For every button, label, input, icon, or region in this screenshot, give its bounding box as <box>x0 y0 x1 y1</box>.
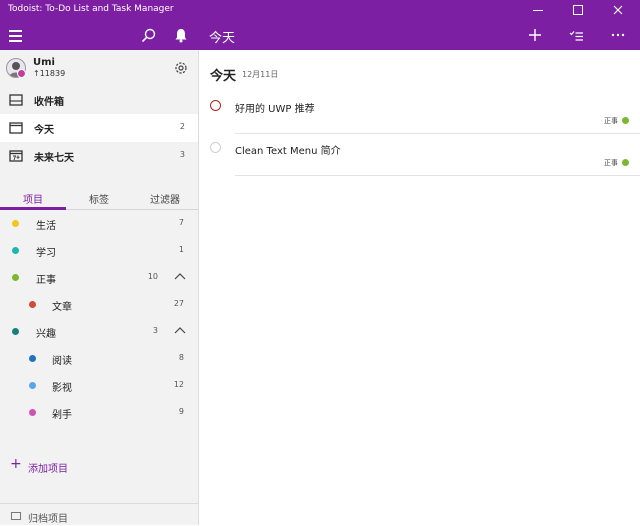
window-title: Todoist: To-Do List and Task Manager <box>8 4 174 14</box>
project-color-dot <box>12 274 19 281</box>
project-item[interactable]: 影视 12 <box>0 372 198 399</box>
next-7-days-icon <box>9 150 23 162</box>
sidebar-tabs: 项目 标签 过滤器 <box>0 185 198 210</box>
maximize-icon <box>573 5 583 15</box>
project-color-dot <box>12 247 19 254</box>
task-project-dot <box>622 117 629 124</box>
title-bar: Todoist: To-Do List and Task Manager <box>0 0 640 20</box>
task-complete-checkbox[interactable] <box>210 142 221 153</box>
task-text: Clean Text Menu 简介 <box>235 146 341 157</box>
project-item[interactable]: 学习 1 <box>0 237 198 264</box>
project-color-dot <box>12 328 19 335</box>
project-item[interactable]: 兴趣 3 <box>0 318 198 345</box>
add-project-label: 添加项目 <box>28 464 68 475</box>
project-color-dot <box>29 409 36 416</box>
nav-count: 3 <box>179 150 185 159</box>
more-icon <box>611 33 625 37</box>
task-list-panel: 今天 12月11日 好用的 UWP 推荐 正事 Clean Text Menu … <box>199 50 640 525</box>
today-icon <box>9 122 23 134</box>
project-item[interactable]: 剁手 9 <box>0 399 198 426</box>
project-label: 学习 <box>36 248 56 259</box>
task-project-label: 正事 <box>604 159 618 167</box>
nav-count: 2 <box>179 122 185 131</box>
task-item[interactable]: 好用的 UWP 推荐 正事 <box>199 92 640 134</box>
bell-icon <box>175 28 187 42</box>
project-count: 8 <box>178 353 184 362</box>
project-label: 剁手 <box>52 410 72 421</box>
collapse-chevron-up-icon[interactable] <box>174 325 186 335</box>
add-task-button[interactable] <box>525 25 545 45</box>
project-item[interactable]: 文章 27 <box>0 291 198 318</box>
sort-list-icon <box>569 30 583 41</box>
project-label: 正事 <box>36 275 56 286</box>
project-count: 27 <box>173 299 184 308</box>
nav-label: 收件箱 <box>34 97 64 108</box>
project-item[interactable]: 生活 7 <box>0 210 198 237</box>
project-count: 9 <box>178 407 184 416</box>
project-color-dot <box>29 301 36 308</box>
project-color-dot <box>29 355 36 362</box>
project-count: 12 <box>173 380 184 389</box>
minimize-button[interactable] <box>518 0 558 20</box>
project-item[interactable]: 正事 10 <box>0 264 198 291</box>
task-item[interactable]: Clean Text Menu 简介 正事 <box>199 134 640 176</box>
sidebar: Umi ↑11839 收件箱 今天 2 未来七天 3 项目 标签 过滤器 生活 … <box>0 50 199 525</box>
nav-label: 未来七天 <box>34 153 74 164</box>
maximize-button[interactable] <box>558 0 598 20</box>
project-label: 阅读 <box>52 356 72 367</box>
nav-next-7-days[interactable]: 未来七天 3 <box>0 142 198 170</box>
search-button[interactable] <box>138 25 158 45</box>
page-date: 12月11日 <box>242 70 279 79</box>
project-label: 影视 <box>52 383 72 394</box>
divider <box>235 175 640 176</box>
avatar-badge <box>17 69 26 78</box>
tab-projects[interactable]: 项目 <box>0 191 66 206</box>
nav-today[interactable]: 今天 2 <box>0 114 198 142</box>
tab-filters[interactable]: 过滤器 <box>132 191 198 206</box>
task-text: 好用的 UWP 推荐 <box>235 104 315 115</box>
hamburger-menu-button[interactable] <box>6 24 28 46</box>
project-label: 文章 <box>52 302 72 313</box>
archive-icon <box>11 512 21 520</box>
gear-icon <box>175 62 187 74</box>
archive-label: 归档项目 <box>28 514 68 525</box>
tab-labels[interactable]: 标签 <box>66 191 132 206</box>
nav-label: 今天 <box>34 125 54 136</box>
project-count: 3 <box>152 326 158 335</box>
notifications-button[interactable] <box>171 25 191 45</box>
task-project-label: 正事 <box>604 117 618 125</box>
user-profile[interactable]: Umi ↑11839 <box>0 50 198 86</box>
search-icon <box>141 28 155 42</box>
close-button[interactable] <box>598 0 638 20</box>
add-project-button[interactable]: + 添加项目 <box>0 453 198 477</box>
project-color-dot <box>29 382 36 389</box>
more-button[interactable] <box>608 25 628 45</box>
project-item[interactable]: 阅读 8 <box>0 345 198 372</box>
close-icon <box>613 5 623 15</box>
inbox-icon <box>9 94 23 106</box>
karma-score: ↑11839 <box>33 69 66 78</box>
settings-button[interactable] <box>173 60 189 76</box>
collapse-chevron-up-icon[interactable] <box>174 271 186 281</box>
project-color-dot <box>12 220 19 227</box>
app-header: 今天 <box>0 20 640 50</box>
project-label: 兴趣 <box>36 329 56 340</box>
project-count: 7 <box>178 218 184 227</box>
task-complete-checkbox[interactable] <box>210 100 221 111</box>
user-name: Umi <box>33 57 55 68</box>
plus-icon <box>529 29 541 41</box>
header-title: 今天 <box>209 31 236 46</box>
project-count: 10 <box>147 272 158 281</box>
project-label: 生活 <box>36 221 56 232</box>
nav-inbox[interactable]: 收件箱 <box>0 86 198 114</box>
page-title: 今天 <box>210 69 237 84</box>
project-count: 1 <box>178 245 184 254</box>
minimize-icon <box>533 9 543 11</box>
sort-button[interactable] <box>566 25 586 45</box>
archived-projects-button[interactable]: 归档项目 <box>0 503 198 526</box>
task-project-dot <box>622 159 629 166</box>
plus-icon: + <box>10 456 22 472</box>
